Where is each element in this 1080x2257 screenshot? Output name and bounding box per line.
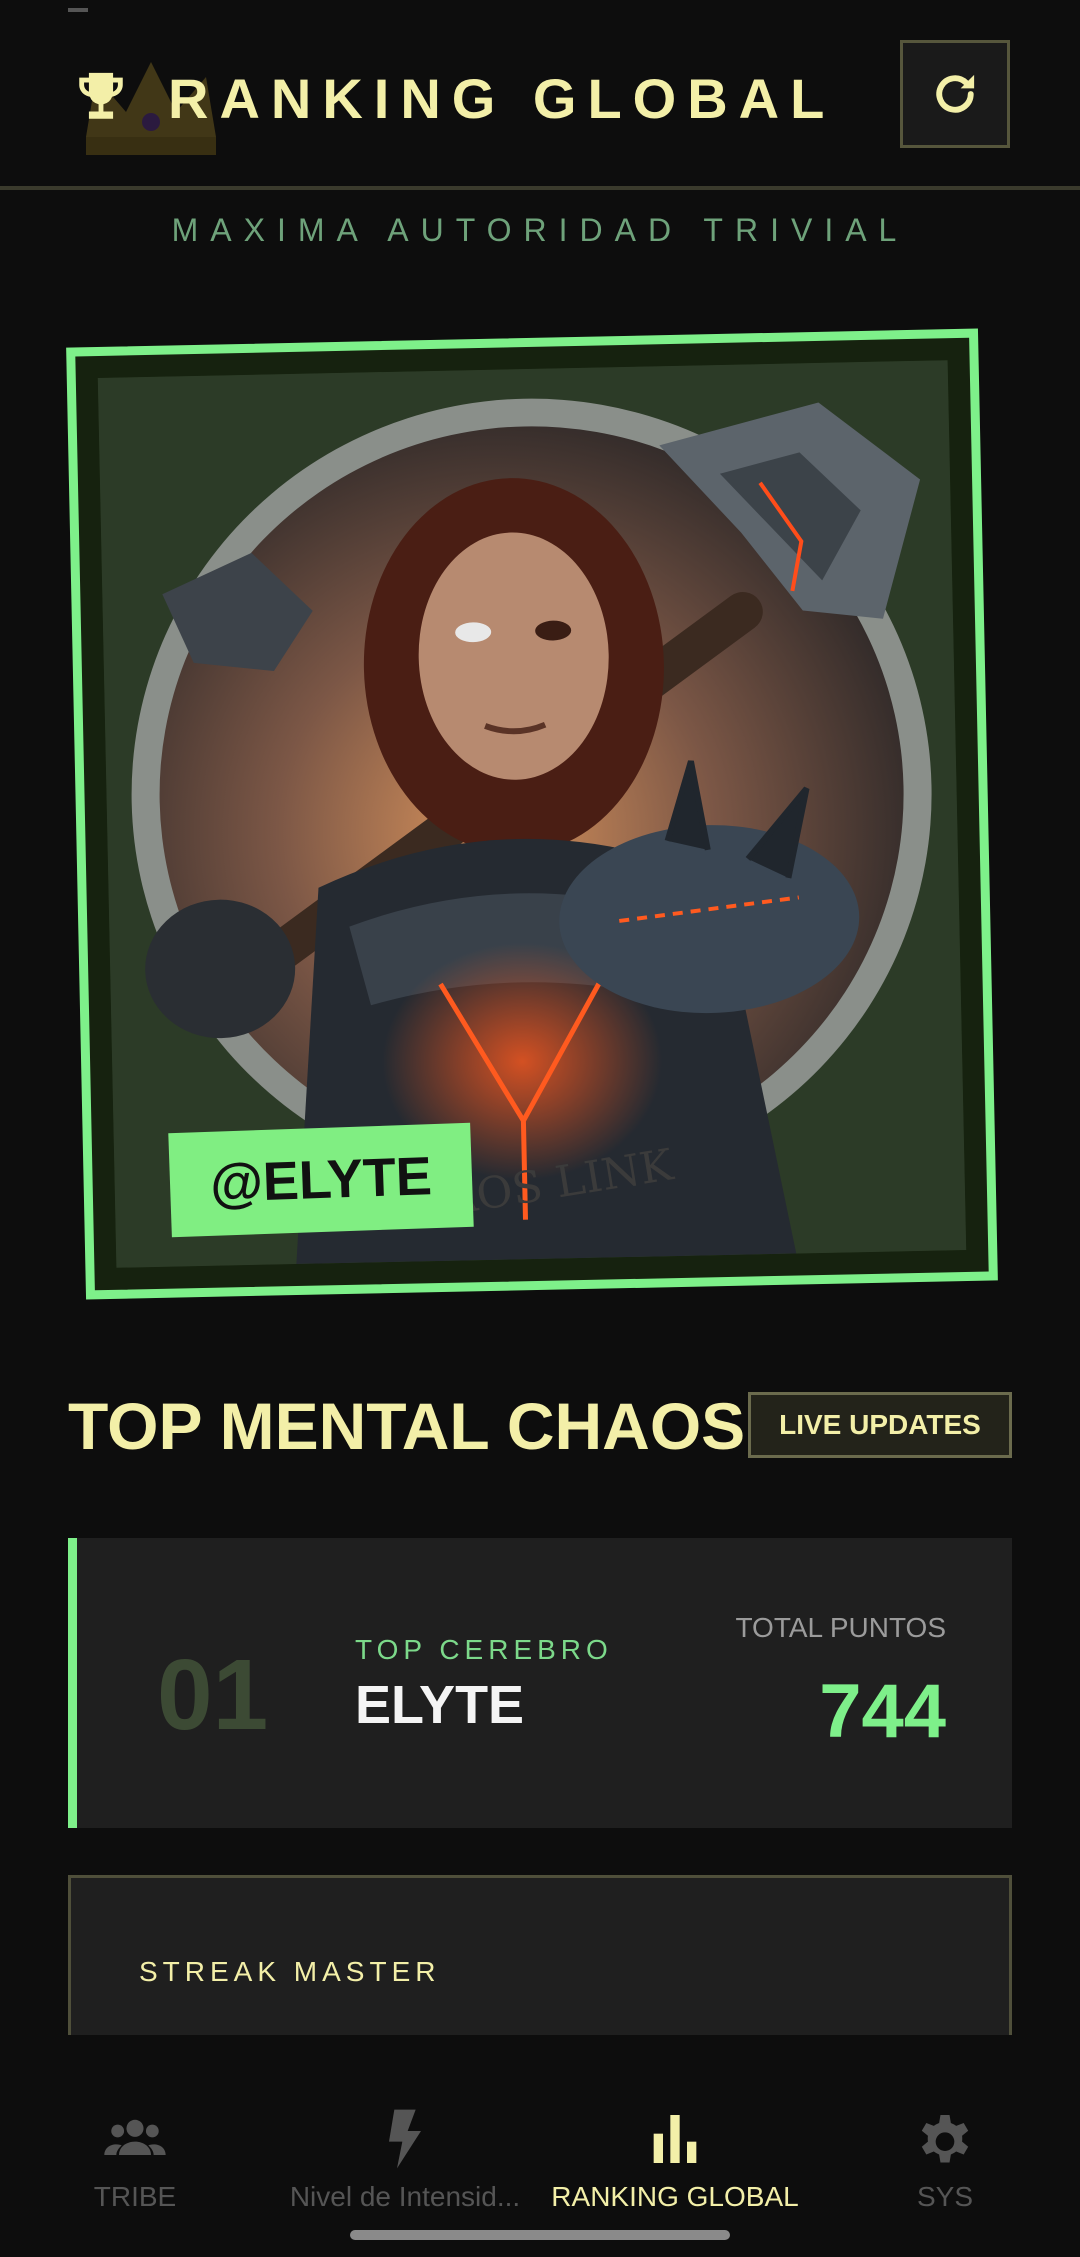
refresh-icon	[936, 74, 975, 113]
rank-title: TOP CEREBRO	[355, 1634, 613, 1665]
bar-chart-icon	[653, 2115, 697, 2163]
top-header: RANKING GLOBAL	[0, 0, 1080, 190]
trophy-icon	[79, 72, 123, 119]
live-updates-label: LIVE UPDATES	[779, 1409, 981, 1440]
live-updates-badge: LIVE UPDATES	[748, 1392, 1012, 1458]
lightning-icon	[389, 2109, 421, 2169]
nav-item-sys[interactable]: SYS	[810, 2107, 1080, 2213]
player-handle: @ELYTE	[209, 1146, 433, 1214]
nav-item-intensity[interactable]: Nivel de Intensid...	[270, 2107, 540, 2213]
ranking-row[interactable]: 01 TOP CEREBRO ELYTE TOTAL PUNTOS 744	[68, 1538, 1012, 1828]
nav-item-tribe[interactable]: TRIBE	[0, 2107, 270, 2213]
player-handle-badge: @ELYTE	[168, 1122, 474, 1238]
refresh-button[interactable]	[900, 40, 1010, 148]
bottom-navigation: TRIBE Nivel de Intensid... RANKING GLOBA…	[0, 2035, 1080, 2257]
home-indicator[interactable]	[350, 2230, 730, 2240]
rank-number: 01	[157, 1639, 269, 1751]
nav-label-sys: SYS	[916, 2181, 974, 2212]
points-label: TOTAL PUNTOS	[735, 1612, 946, 1643]
player-name: ELYTE	[355, 1675, 525, 1735]
streak-card[interactable]: STREAK MASTER	[68, 1875, 1012, 2035]
page-title: RANKING GLOBAL	[168, 67, 836, 130]
nav-label-ranking: RANKING GLOBAL	[551, 2181, 799, 2212]
gear-icon	[921, 2115, 969, 2163]
nav-label-intensity: Nivel de Intensid...	[289, 2181, 521, 2212]
streak-title: STREAK MASTER	[139, 1956, 441, 1987]
group-icon	[104, 2119, 166, 2155]
points-value: 744	[819, 1669, 946, 1754]
section-title: TOP MENTAL CHAOS	[68, 1389, 746, 1463]
nav-label-tribe: TRIBE	[93, 2181, 177, 2212]
nav-item-ranking[interactable]: RANKING GLOBAL	[540, 2107, 810, 2213]
page-subtitle: MAXIMA AUTORIDAD TRIVIAL	[171, 212, 909, 248]
